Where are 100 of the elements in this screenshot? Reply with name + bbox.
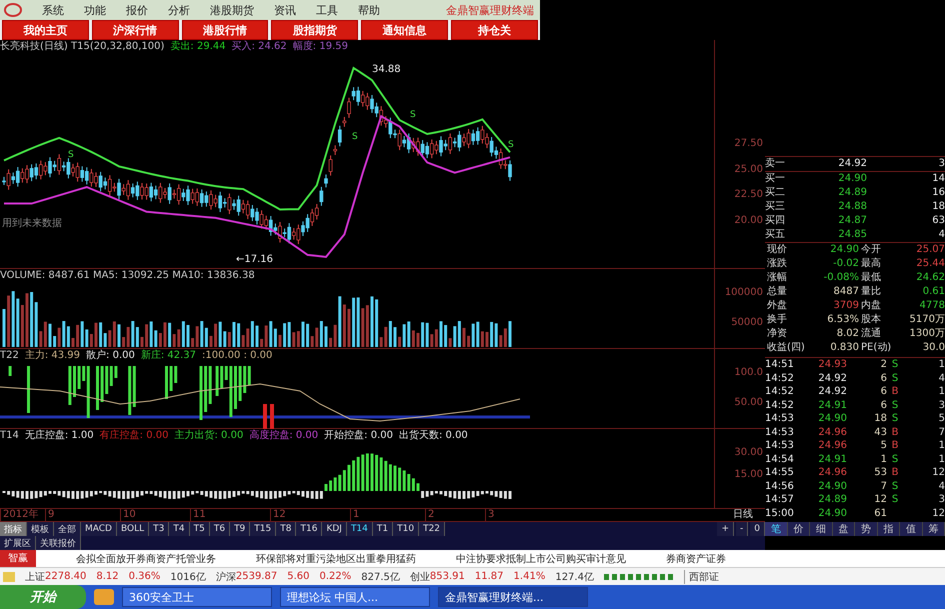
indicator-tab[interactable]: 全部 bbox=[54, 522, 81, 536]
nav-button[interactable]: 股指期货 bbox=[271, 20, 358, 40]
indicator-tab[interactable]: T9 bbox=[230, 522, 250, 536]
legend-value: 新庄: 42.37 bbox=[140, 348, 196, 362]
index-change: 8.12 bbox=[96, 571, 119, 582]
legend-value: 有庄控盘: 0.00 bbox=[100, 428, 168, 442]
stat-value: 8487 bbox=[832, 285, 859, 299]
trade-price: 24.90 bbox=[817, 506, 847, 520]
news-link[interactable]: 券商资产证券 bbox=[666, 552, 726, 566]
order-price: 24.89 bbox=[837, 186, 867, 200]
indicator-tab[interactable]: T5 bbox=[190, 522, 210, 536]
indicator-tab[interactable]: BOLL bbox=[116, 522, 150, 536]
taskbar-button[interactable]: 理想论坛 中国人... bbox=[280, 587, 430, 607]
menu-item[interactable]: 报价 bbox=[126, 2, 148, 18]
menu-item[interactable]: 工具 bbox=[316, 2, 338, 18]
stat-value: 0.830 bbox=[829, 341, 859, 355]
stat-label: 收益(四) bbox=[766, 341, 806, 355]
stat-value: 4778 bbox=[918, 299, 945, 313]
trade-count: 12 bbox=[931, 506, 945, 520]
date-label: 1 bbox=[350, 509, 360, 522]
indicator-tab[interactable]: T10 bbox=[393, 522, 420, 536]
panel-tab[interactable]: 细 bbox=[810, 522, 832, 536]
index-amount: 127.4亿 bbox=[555, 570, 594, 584]
order-price: 24.85 bbox=[837, 228, 867, 242]
nav-button[interactable]: 沪深行情 bbox=[92, 20, 179, 40]
news-link[interactable]: 中注协要求抵制上市公司购买审计意见 bbox=[456, 552, 626, 566]
panel-tab[interactable]: 势 bbox=[855, 522, 878, 536]
panel-tab[interactable]: 笔 bbox=[765, 522, 788, 536]
trade-side: B bbox=[890, 466, 900, 480]
nav-button[interactable]: 我的主页 bbox=[2, 20, 89, 40]
news-link[interactable]: 会拟全面放开券商资产托管业务 bbox=[76, 552, 216, 566]
mode-tab[interactable]: 指标 bbox=[0, 522, 27, 536]
start-button[interactable]: 开始 bbox=[0, 585, 86, 609]
trade-price: 24.90 bbox=[817, 412, 847, 426]
menu-item[interactable]: 帮助 bbox=[358, 2, 380, 18]
folder-icon bbox=[3, 572, 15, 582]
trade-volume: 61 bbox=[873, 506, 887, 520]
nav-button[interactable]: 持仓关 bbox=[451, 20, 538, 40]
trade-count: 1 bbox=[938, 452, 945, 466]
axis-label: 20.00 bbox=[734, 215, 763, 226]
axis-label: 30.00 bbox=[734, 446, 763, 458]
taskbar-button[interactable]: 360安全卫士 bbox=[122, 587, 272, 607]
trade-side: S bbox=[890, 480, 900, 493]
trade-time: 14:57 bbox=[765, 493, 795, 506]
news-link[interactable]: 环保部将对重污染地区出重拳用猛药 bbox=[256, 552, 416, 566]
nav-button[interactable]: 通知信息 bbox=[361, 20, 448, 40]
indicator-name: T14 bbox=[0, 428, 19, 442]
high-price-label: 34.88 bbox=[372, 64, 401, 75]
zoom-button[interactable]: + bbox=[717, 522, 734, 536]
mode-tab[interactable]: 模板 bbox=[27, 522, 54, 536]
trade-side: B bbox=[890, 439, 900, 452]
trade-volume: 1 bbox=[880, 452, 887, 466]
indicator-tab[interactable]: T3 bbox=[149, 522, 170, 536]
zoom-button[interactable]: 0 bbox=[750, 522, 765, 536]
indicator-tab[interactable]: T4 bbox=[169, 522, 190, 536]
stat-label: 最低 bbox=[860, 271, 882, 285]
indicator-tab[interactable]: T15 bbox=[250, 522, 276, 536]
order-label: 买三 bbox=[765, 200, 786, 214]
sell-signal: S bbox=[508, 140, 514, 150]
stat-label: PE(动) bbox=[860, 341, 892, 355]
indicator-tab[interactable]: T14 bbox=[346, 522, 373, 536]
trade-volume: 18 bbox=[873, 412, 887, 426]
menu-item[interactable]: 功能 bbox=[84, 2, 106, 18]
menu-item[interactable]: 港股期货 bbox=[210, 2, 254, 18]
trade-price: 24.92 bbox=[817, 372, 847, 385]
indicator-tab[interactable]: T8 bbox=[276, 522, 296, 536]
trade-price: 24.91 bbox=[817, 452, 847, 466]
panel-tab[interactable]: 价 bbox=[788, 522, 810, 536]
menu-item[interactable]: 系统 bbox=[42, 2, 64, 18]
order-volume: 16 bbox=[931, 186, 945, 200]
indicator-tab[interactable]: T16 bbox=[296, 522, 322, 536]
indicator-tab[interactable]: KDJ bbox=[322, 522, 347, 536]
indicator-tab[interactable]: T6 bbox=[210, 522, 230, 536]
order-price: 24.88 bbox=[837, 200, 867, 214]
trade-time: 14:55 bbox=[765, 466, 795, 480]
trade-side: S bbox=[890, 412, 900, 426]
taskbar-button[interactable]: 金鼎智赢理财终端... bbox=[438, 587, 588, 607]
panel-tab[interactable]: 指 bbox=[878, 522, 900, 536]
extension-tab[interactable]: 关联报价 bbox=[36, 536, 81, 550]
indicator-tab[interactable]: MACD bbox=[81, 522, 117, 536]
trade-count: 5 bbox=[938, 412, 945, 426]
indicator-tab[interactable]: T1 bbox=[372, 522, 394, 536]
order-volume: 63 bbox=[931, 214, 945, 228]
trade-count: 4 bbox=[938, 480, 945, 493]
indicator-name: T22 bbox=[0, 348, 19, 362]
menu-item[interactable]: 资讯 bbox=[274, 2, 296, 18]
stat-label: 外盘 bbox=[766, 299, 788, 313]
nav-button[interactable]: 港股行情 bbox=[182, 20, 268, 40]
menu-item[interactable]: 分析 bbox=[168, 2, 190, 18]
panel-tab[interactable]: 盘 bbox=[832, 522, 855, 536]
panel-tab[interactable]: 值 bbox=[900, 522, 922, 536]
broker-name: 西部证 bbox=[684, 570, 719, 584]
zoom-button[interactable]: - bbox=[736, 522, 748, 536]
panel-tab[interactable]: 筹 bbox=[922, 522, 945, 536]
stat-value: 30.0 bbox=[922, 341, 945, 355]
quick-launch-icon[interactable] bbox=[94, 589, 114, 605]
trade-time: 14:56 bbox=[765, 480, 795, 493]
indicator-tab[interactable]: T22 bbox=[419, 522, 446, 536]
trade-volume: 6 bbox=[880, 385, 887, 398]
extension-tab[interactable]: 扩展区 bbox=[0, 536, 36, 550]
